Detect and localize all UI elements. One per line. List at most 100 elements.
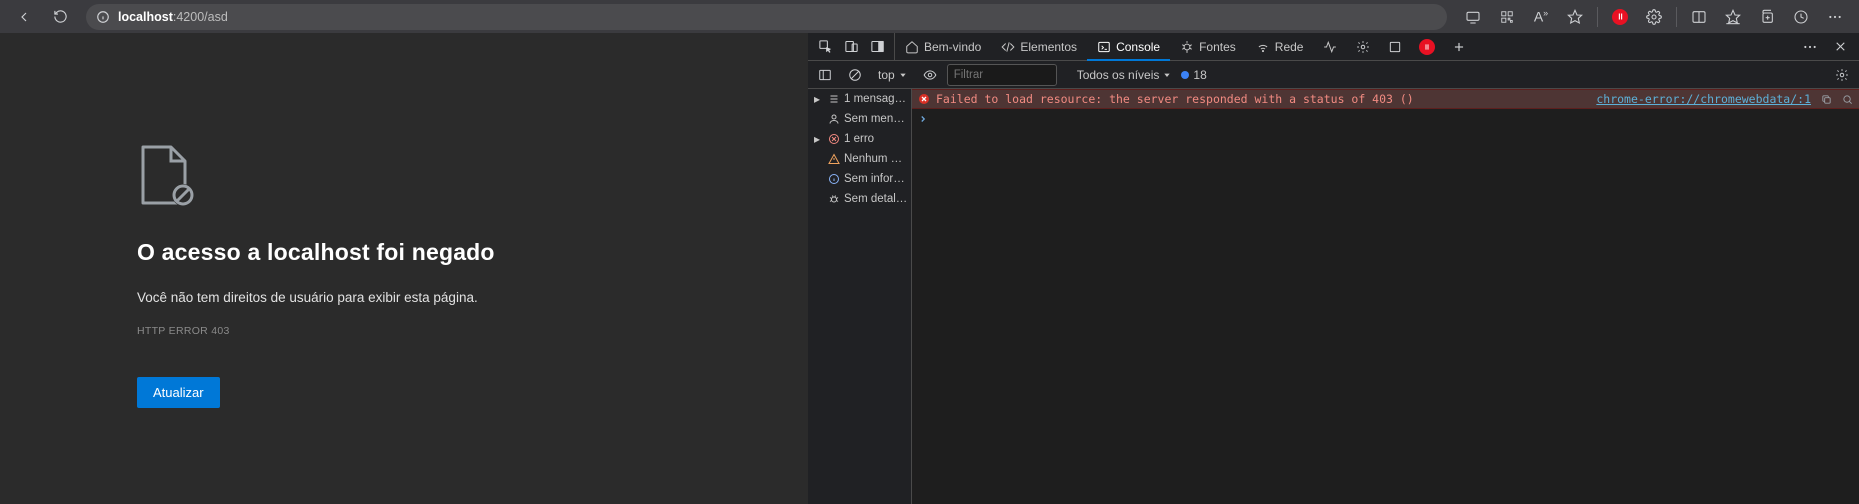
refresh-button[interactable] — [44, 3, 76, 31]
levels-label: Todos os níveis — [1077, 68, 1160, 82]
devtools-more-icon[interactable] — [1797, 33, 1823, 61]
tab-elements[interactable]: Elementos — [991, 33, 1087, 60]
issues-dot-icon — [1181, 71, 1189, 79]
error-page: O acesso a localhost foi negado Você não… — [0, 33, 808, 504]
read-aloud-icon[interactable]: A» — [1525, 3, 1557, 31]
error-badge-icon — [918, 93, 930, 105]
sidebar-label: Nenhum … — [844, 153, 902, 165]
sidebar-info[interactable]: Sem infor… — [808, 169, 911, 189]
more-menu-icon[interactable] — [1819, 3, 1851, 31]
console-error-row[interactable]: Failed to load resource: the server resp… — [912, 89, 1859, 109]
warning-icon — [826, 153, 842, 165]
user-icon — [826, 113, 842, 125]
error-source-link[interactable]: chrome-error://chromewebdata/:1 — [1596, 92, 1811, 106]
favorites-hub-icon[interactable] — [1717, 3, 1749, 31]
clear-console-icon[interactable] — [842, 61, 868, 89]
qr-icon[interactable] — [1491, 3, 1523, 31]
tab-label: Fontes — [1199, 40, 1236, 54]
code-icon — [1001, 40, 1015, 54]
tab-label: Bem-vindo — [924, 40, 981, 54]
error-icon — [826, 133, 842, 145]
issues-count: 18 — [1193, 68, 1206, 82]
issues-counter[interactable]: 18 — [1181, 68, 1206, 82]
list-icon — [826, 93, 842, 105]
sidebar-label: Sem infor… — [844, 173, 905, 185]
chevron-right-icon — [918, 114, 928, 124]
console-sidebar: ▸ 1 mensag… Sem men… ▸ 1 erro Nenhum … S… — [808, 89, 912, 504]
favorite-star-icon[interactable] — [1559, 3, 1591, 31]
tab-network[interactable]: Rede — [1246, 33, 1314, 60]
browser-toolbar: localhost:4200/asd A» — [0, 0, 1859, 33]
home-icon — [905, 40, 919, 54]
sidebar-verbose[interactable]: Sem detal… — [808, 189, 911, 209]
device-emulation-icon[interactable] — [838, 33, 864, 61]
address-bar[interactable]: localhost:4200/asd — [86, 4, 1447, 30]
execution-context-selector[interactable]: top — [872, 65, 913, 85]
inspect-element-icon[interactable] — [812, 33, 838, 61]
split-screen-icon[interactable] — [1683, 3, 1715, 31]
sidebar-messages[interactable]: ▸ 1 mensag… — [808, 89, 911, 109]
sidebar-errors[interactable]: ▸ 1 erro — [808, 129, 911, 149]
error-code: HTTP ERROR 403 — [137, 325, 677, 337]
performance-icon[interactable] — [1785, 3, 1817, 31]
pulse-icon — [1323, 40, 1337, 54]
dock-side-icon[interactable] — [864, 33, 890, 61]
tab-label: Console — [1116, 40, 1160, 54]
wifi-icon — [1256, 40, 1270, 54]
extensions-gear-icon[interactable] — [1638, 3, 1670, 31]
site-info-icon[interactable] — [96, 10, 110, 24]
sidebar-user-messages[interactable]: Sem men… — [808, 109, 911, 129]
tab-welcome[interactable]: Bem-vindo — [895, 33, 991, 60]
back-button[interactable] — [8, 3, 40, 31]
caret-down-icon — [1163, 71, 1171, 79]
toolbar-right: A» — [1457, 3, 1851, 31]
console-icon — [1097, 40, 1111, 54]
sidebar-label: 1 mensag… — [844, 93, 906, 105]
devtools-panel: Bem-vindo Elementos Console Fontes Rede — [808, 33, 1859, 504]
info-icon — [826, 173, 842, 185]
tab-performance[interactable] — [1313, 33, 1347, 60]
search-icon[interactable] — [1842, 94, 1853, 105]
disclosure-triangle-icon: ▸ — [814, 92, 824, 106]
console-output[interactable]: Failed to load resource: the server resp… — [912, 89, 1859, 504]
separator — [1597, 7, 1598, 27]
copy-icon[interactable] — [1821, 94, 1832, 105]
separator — [1676, 7, 1677, 27]
screen-cast-icon[interactable] — [1457, 3, 1489, 31]
tab-label: Rede — [1275, 40, 1304, 54]
devtools-close-icon[interactable] — [1827, 33, 1853, 61]
devtools-settings-icon[interactable] — [1347, 33, 1379, 61]
sidebar-label: Sem men… — [844, 113, 905, 125]
console-body: ▸ 1 mensag… Sem men… ▸ 1 erro Nenhum … S… — [808, 89, 1859, 504]
tab-sources[interactable]: Fontes — [1170, 33, 1246, 60]
collections-icon[interactable] — [1751, 3, 1783, 31]
tab-console[interactable]: Console — [1087, 33, 1170, 60]
devtools-dock-icon[interactable] — [1379, 33, 1411, 61]
console-settings-icon[interactable] — [1829, 61, 1855, 89]
blocked-file-icon — [137, 145, 197, 209]
log-levels-selector[interactable]: Todos os níveis — [1071, 68, 1178, 82]
devtools-tabstrip: Bem-vindo Elementos Console Fontes Rede — [808, 33, 1859, 61]
bug-icon — [1180, 40, 1194, 54]
devtools-adblock-icon[interactable] — [1411, 33, 1443, 61]
error-message: Failed to load resource: the server resp… — [936, 92, 1414, 106]
caret-down-icon — [899, 71, 907, 79]
sidebar-label: Sem detal… — [844, 193, 907, 205]
context-label: top — [878, 68, 895, 82]
console-filter-input[interactable] — [947, 64, 1057, 86]
devtools-add-tab-icon[interactable] — [1443, 33, 1475, 61]
reload-button[interactable]: Atualizar — [137, 377, 220, 408]
adblock-icon[interactable] — [1604, 3, 1636, 31]
console-toolbar: top Todos os níveis 18 — [808, 61, 1859, 89]
sidebar-warnings[interactable]: Nenhum … — [808, 149, 911, 169]
tab-label: Elementos — [1020, 40, 1077, 54]
error-subtitle: Você não tem direitos de usuário para ex… — [137, 290, 677, 305]
sidebar-label: 1 erro — [844, 133, 874, 145]
console-prompt[interactable] — [912, 109, 1859, 129]
url-text: localhost:4200/asd — [118, 10, 228, 24]
error-title: O acesso a localhost foi negado — [137, 239, 677, 266]
toggle-sidebar-icon[interactable] — [812, 61, 838, 89]
disclosure-triangle-icon: ▸ — [814, 132, 824, 146]
live-expression-icon[interactable] — [917, 61, 943, 89]
debug-icon — [826, 193, 842, 205]
